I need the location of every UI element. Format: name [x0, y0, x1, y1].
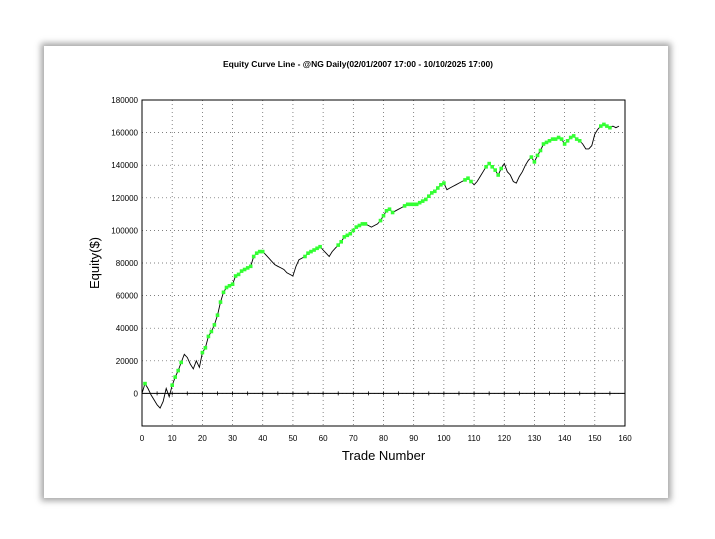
series-equity [141, 122, 620, 409]
x-tick-label: 0 [140, 434, 145, 443]
new-high-marker [179, 360, 183, 365]
x-tick-label: 120 [498, 434, 512, 443]
x-tick-label: 90 [409, 434, 418, 443]
new-high-marker [309, 249, 313, 254]
y-tick-label: 80000 [116, 259, 139, 268]
new-high-marker [221, 290, 226, 295]
new-high-marker [170, 383, 174, 387]
new-high-marker [336, 243, 340, 247]
new-high-marker [209, 329, 214, 334]
new-high-marker [212, 323, 217, 327]
new-high-marker [427, 194, 431, 198]
x-axis-label: Trade Number [342, 448, 426, 463]
x-tick-label: 160 [618, 434, 632, 443]
chart-title: Equity Curve Line - @NG Daily(02/01/2007… [223, 59, 493, 69]
x-tick-label: 80 [379, 434, 388, 443]
new-high-marker [436, 186, 440, 190]
new-high-marker [559, 137, 564, 141]
new-high-marker [571, 134, 576, 138]
x-tick-label: 60 [319, 434, 328, 443]
new-high-marker [227, 284, 232, 288]
new-high-marker [242, 267, 247, 272]
new-high-marker [608, 125, 612, 130]
equity-chart: Equity Curve Line - @NG Daily(02/01/2007… [87, 59, 632, 463]
new-high-marker [484, 165, 488, 169]
y-tick-label: 20000 [116, 357, 139, 366]
new-high-marker [538, 148, 543, 153]
new-high-marker [363, 222, 368, 226]
new-high-marker [562, 142, 567, 146]
new-high-marker [260, 249, 265, 254]
new-high-marker [351, 228, 356, 233]
x-tick-label: 140 [558, 434, 572, 443]
new-high-marker [390, 210, 395, 215]
x-tick-label: 20 [198, 434, 207, 443]
new-high-marker [203, 346, 208, 350]
y-axis-label: Equity($) [87, 237, 102, 289]
x-tick-label: 10 [168, 434, 177, 443]
y-tick-label: 100000 [111, 226, 138, 235]
new-high-marker [318, 244, 322, 249]
new-high-marker [348, 231, 353, 236]
new-high-marker [599, 124, 603, 128]
new-high-marker [339, 240, 343, 244]
new-high-marker [487, 161, 491, 166]
y-tick-label: 160000 [111, 129, 138, 138]
x-tick-label: 30 [228, 434, 237, 443]
new-high-marker [251, 254, 256, 259]
y-axis-ticks: 180000 160000 140000 120000 100000 80000 60000… [111, 96, 138, 398]
y-tick-label: 140000 [111, 161, 138, 170]
grid [141, 100, 626, 426]
x-axis-ticks: 0 10 20 30 40 50 60 70 80 90 100 110 120 130 140 150 160 [140, 434, 632, 443]
new-high-marker [499, 166, 503, 171]
y-tick-label: 40000 [116, 324, 139, 333]
new-high-marker [381, 213, 386, 218]
new-high-marker [442, 181, 446, 185]
x-tick-label: 70 [349, 434, 358, 443]
new-high-marker [565, 139, 570, 143]
new-high-marker [200, 350, 205, 355]
equity-line [141, 123, 620, 409]
new-high-marker [466, 176, 470, 180]
y-tick-label: 120000 [111, 194, 138, 203]
new-high-marker [424, 197, 428, 202]
new-high-marker [236, 272, 241, 277]
new-high-marker [303, 254, 307, 259]
new-high-marker [215, 313, 220, 317]
new-high-marker [535, 153, 540, 158]
x-tick-label: 100 [437, 434, 451, 443]
new-high-marker [354, 225, 359, 229]
x-tick-label: 40 [258, 434, 267, 443]
new-high-marker [176, 368, 180, 373]
new-high-marker [248, 264, 253, 269]
new-high-marker [493, 168, 497, 172]
new-high-marker [206, 334, 211, 339]
new-high-marker [577, 139, 582, 143]
new-high-marker [490, 165, 494, 169]
x-tick-label: 150 [588, 434, 602, 443]
new-high-marker [496, 173, 500, 177]
new-high-marker [218, 300, 223, 304]
new-high-marker [143, 381, 147, 386]
new-high-marker [230, 282, 235, 286]
new-high-marker [532, 160, 537, 164]
new-high-marker [469, 179, 473, 184]
x-tick-label: 50 [288, 434, 297, 443]
new-high-marker [547, 139, 552, 143]
y-tick-label: 60000 [116, 292, 139, 301]
chart-frame: Equity Curve Line - @NG Daily(02/01/2007… [44, 46, 668, 498]
new-high-marker [402, 204, 407, 208]
y-tick-label: 0 [134, 389, 139, 398]
new-high-marker [433, 189, 437, 194]
new-high-marker [387, 207, 392, 211]
x-tick-label: 110 [468, 434, 481, 443]
new-high-marker [529, 155, 534, 159]
new-high-marker [173, 375, 177, 379]
x-tick-label: 130 [528, 434, 542, 443]
y-tick-label: 180000 [111, 96, 138, 105]
new-high-marker [420, 199, 425, 203]
new-high-marker [378, 218, 383, 223]
